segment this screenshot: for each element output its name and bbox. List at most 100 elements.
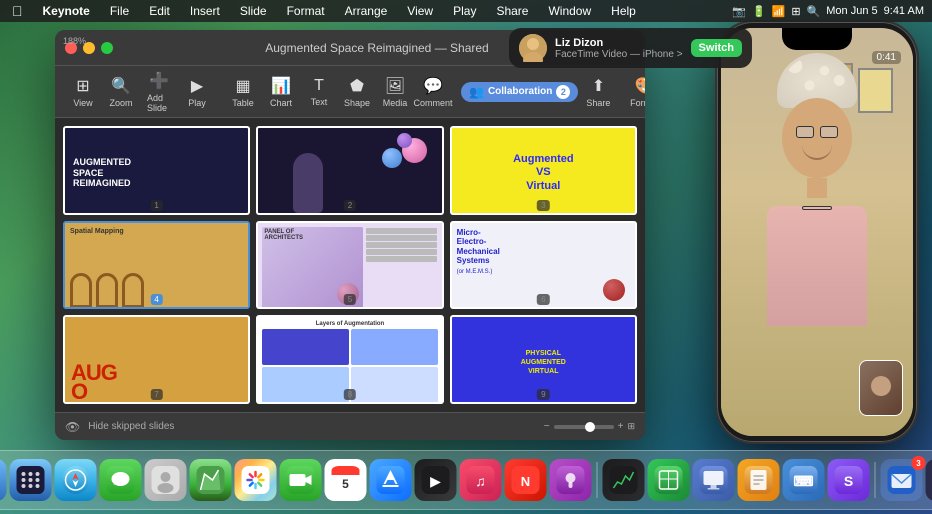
- table-button[interactable]: ▦ Table: [225, 73, 261, 111]
- share-button[interactable]: ⬆ Share: [580, 73, 616, 111]
- slide-6[interactable]: Micro- Electro- Mechanical Systems (or M…: [450, 221, 637, 310]
- chart-icon: 📊: [271, 76, 291, 96]
- dock-numbers[interactable]: [648, 459, 690, 501]
- glasses-right: [820, 126, 838, 138]
- slide-1-number: 1: [150, 200, 162, 211]
- dock-stocks[interactable]: [603, 459, 645, 501]
- facetime-caller-avatar: [519, 34, 547, 62]
- slide-1[interactable]: AUGMENTEDSPACEREIMAGINED 1: [63, 126, 250, 215]
- apple-menu[interactable]: : [8, 3, 27, 19]
- fit-button[interactable]: ⊞: [627, 421, 635, 432]
- text-button[interactable]: T Text: [301, 74, 337, 110]
- comment-label: Comment: [414, 98, 453, 108]
- slide-5[interactable]: PANEL OFARCHITECTS 5: [256, 221, 443, 310]
- dock-photos[interactable]: [235, 459, 277, 501]
- dock-keynote[interactable]: [693, 459, 735, 501]
- desktop:  Keynote File Edit Insert Slide Format …: [0, 0, 932, 514]
- share-menu[interactable]: Share: [492, 4, 532, 18]
- facetime-caller-info: Liz Dizon FaceTime Video — iPhone >: [555, 37, 683, 60]
- facetime-notification: Liz Dizon FaceTime Video — iPhone > Swit…: [509, 28, 752, 68]
- dock-mail[interactable]: 3: [881, 459, 923, 501]
- slide-8[interactable]: Layers of Augmentation 8: [256, 315, 443, 404]
- slides-area: AUGMENTEDSPACEREIMAGINED 1 2: [55, 118, 645, 412]
- svg-text:♫: ♫: [475, 473, 486, 489]
- file-menu[interactable]: File: [106, 4, 133, 18]
- slide-2[interactable]: 2: [256, 126, 443, 215]
- slide-5-number: 5: [344, 294, 356, 305]
- comment-icon: 💬: [423, 76, 443, 96]
- dock: 5 ▶ ♫ N ⌨ S: [0, 450, 932, 510]
- dock-xcode[interactable]: ⌨: [783, 459, 825, 501]
- facetime-switch-button[interactable]: Switch: [691, 39, 742, 57]
- keynote-statusbar: 👁 Hide skipped slides − + ⊞: [55, 412, 645, 440]
- slide-8-title: Layers of Augmentation: [262, 321, 437, 327]
- insert-menu[interactable]: Insert: [186, 4, 224, 18]
- dock-maps[interactable]: [190, 459, 232, 501]
- dock-facetime[interactable]: [280, 459, 322, 501]
- dock-finder[interactable]: [0, 459, 7, 501]
- slide-8-block-2: [351, 329, 438, 365]
- svg-text:▶: ▶: [430, 473, 441, 489]
- slide-4-arch-2: [96, 273, 118, 308]
- chart-button[interactable]: 📊 Chart: [263, 73, 299, 111]
- dock-trash[interactable]: [926, 459, 932, 501]
- dock-setapp[interactable]: S: [828, 459, 870, 501]
- slide-4-number: 4: [150, 294, 162, 305]
- format-button[interactable]: 🎨 Format: [626, 73, 645, 111]
- slide-7[interactable]: AUGO 7: [63, 315, 250, 404]
- view-menu[interactable]: View: [403, 4, 437, 18]
- app-name-menu[interactable]: Keynote: [39, 4, 94, 18]
- edit-menu[interactable]: Edit: [145, 4, 174, 18]
- dock-apple-tv[interactable]: ▶: [415, 459, 457, 501]
- eye-icon: 👁: [65, 420, 80, 434]
- zoom-out-button[interactable]: −: [544, 421, 550, 432]
- menubar:  Keynote File Edit Insert Slide Format …: [0, 0, 932, 22]
- time: 9:41 AM: [884, 5, 924, 17]
- keynote-toolbar: 188% ⊞ View 🔍 Zoom ➕ Add Slide ▶ Play ▦: [55, 66, 645, 118]
- date-time: Mon Jun 5: [826, 5, 877, 17]
- slide-7-text: AUGO: [71, 364, 117, 401]
- play-menu[interactable]: Play: [449, 4, 480, 18]
- add-slide-button[interactable]: ➕ Add Slide: [141, 68, 177, 116]
- search-icon[interactable]: 🔍: [807, 5, 821, 18]
- media-button[interactable]: 🖼 Media: [377, 73, 413, 111]
- dock-appstore[interactable]: [370, 459, 412, 501]
- person-figure: [767, 53, 867, 326]
- dock-news[interactable]: N: [505, 459, 547, 501]
- slide-menu[interactable]: Slide: [236, 4, 271, 18]
- necklace: [802, 206, 832, 210]
- dock-pages[interactable]: [738, 459, 780, 501]
- slide-6-text: Micro- Electro- Mechanical Systems (or M…: [457, 228, 630, 277]
- zoom-button[interactable]: 🔍 Zoom: [103, 73, 139, 111]
- shape-button[interactable]: ⬟ Shape: [339, 73, 375, 111]
- zoom-slider[interactable]: [554, 425, 614, 429]
- format-menu[interactable]: Format: [283, 4, 329, 18]
- call-duration: 0:41: [872, 51, 901, 64]
- arrange-menu[interactable]: Arrange: [341, 4, 392, 18]
- play-button[interactable]: ▶ Play: [179, 73, 215, 111]
- zoom-label: Zoom: [109, 98, 132, 108]
- dock-launchpad[interactable]: [10, 459, 52, 501]
- dock-safari[interactable]: [55, 459, 97, 501]
- view-button[interactable]: ⊞ View: [65, 73, 101, 111]
- glasses: [796, 126, 838, 138]
- dock-music[interactable]: ♫: [460, 459, 502, 501]
- facetime-video-screen: 0:41: [721, 28, 913, 436]
- collaboration-button[interactable]: 👥 Collaboration 2: [461, 82, 578, 102]
- dock-calendar[interactable]: 5: [325, 459, 367, 501]
- facetime-self-view[interactable]: [859, 360, 903, 416]
- dock-messages[interactable]: [100, 459, 142, 501]
- slide-4-title: Spatial Mapping: [70, 228, 243, 235]
- slide-8-block-1: [262, 329, 349, 365]
- window-menu[interactable]: Window: [544, 4, 595, 18]
- dock-podcasts[interactable]: [550, 459, 592, 501]
- dock-contacts[interactable]: [145, 459, 187, 501]
- slide-4[interactable]: Spatial Mapping 4: [63, 221, 250, 310]
- slide-3[interactable]: Augmented VS Virtual 3: [450, 126, 637, 215]
- comment-button[interactable]: 💬 Comment: [415, 73, 451, 111]
- hide-skipped-label: Hide skipped slides: [88, 421, 174, 432]
- help-menu[interactable]: Help: [607, 4, 640, 18]
- slide-9[interactable]: PHYSICALAUGMENTEDVIRTUAL 9: [450, 315, 637, 404]
- maximize-button[interactable]: [101, 42, 113, 54]
- zoom-in-button[interactable]: +: [618, 421, 624, 432]
